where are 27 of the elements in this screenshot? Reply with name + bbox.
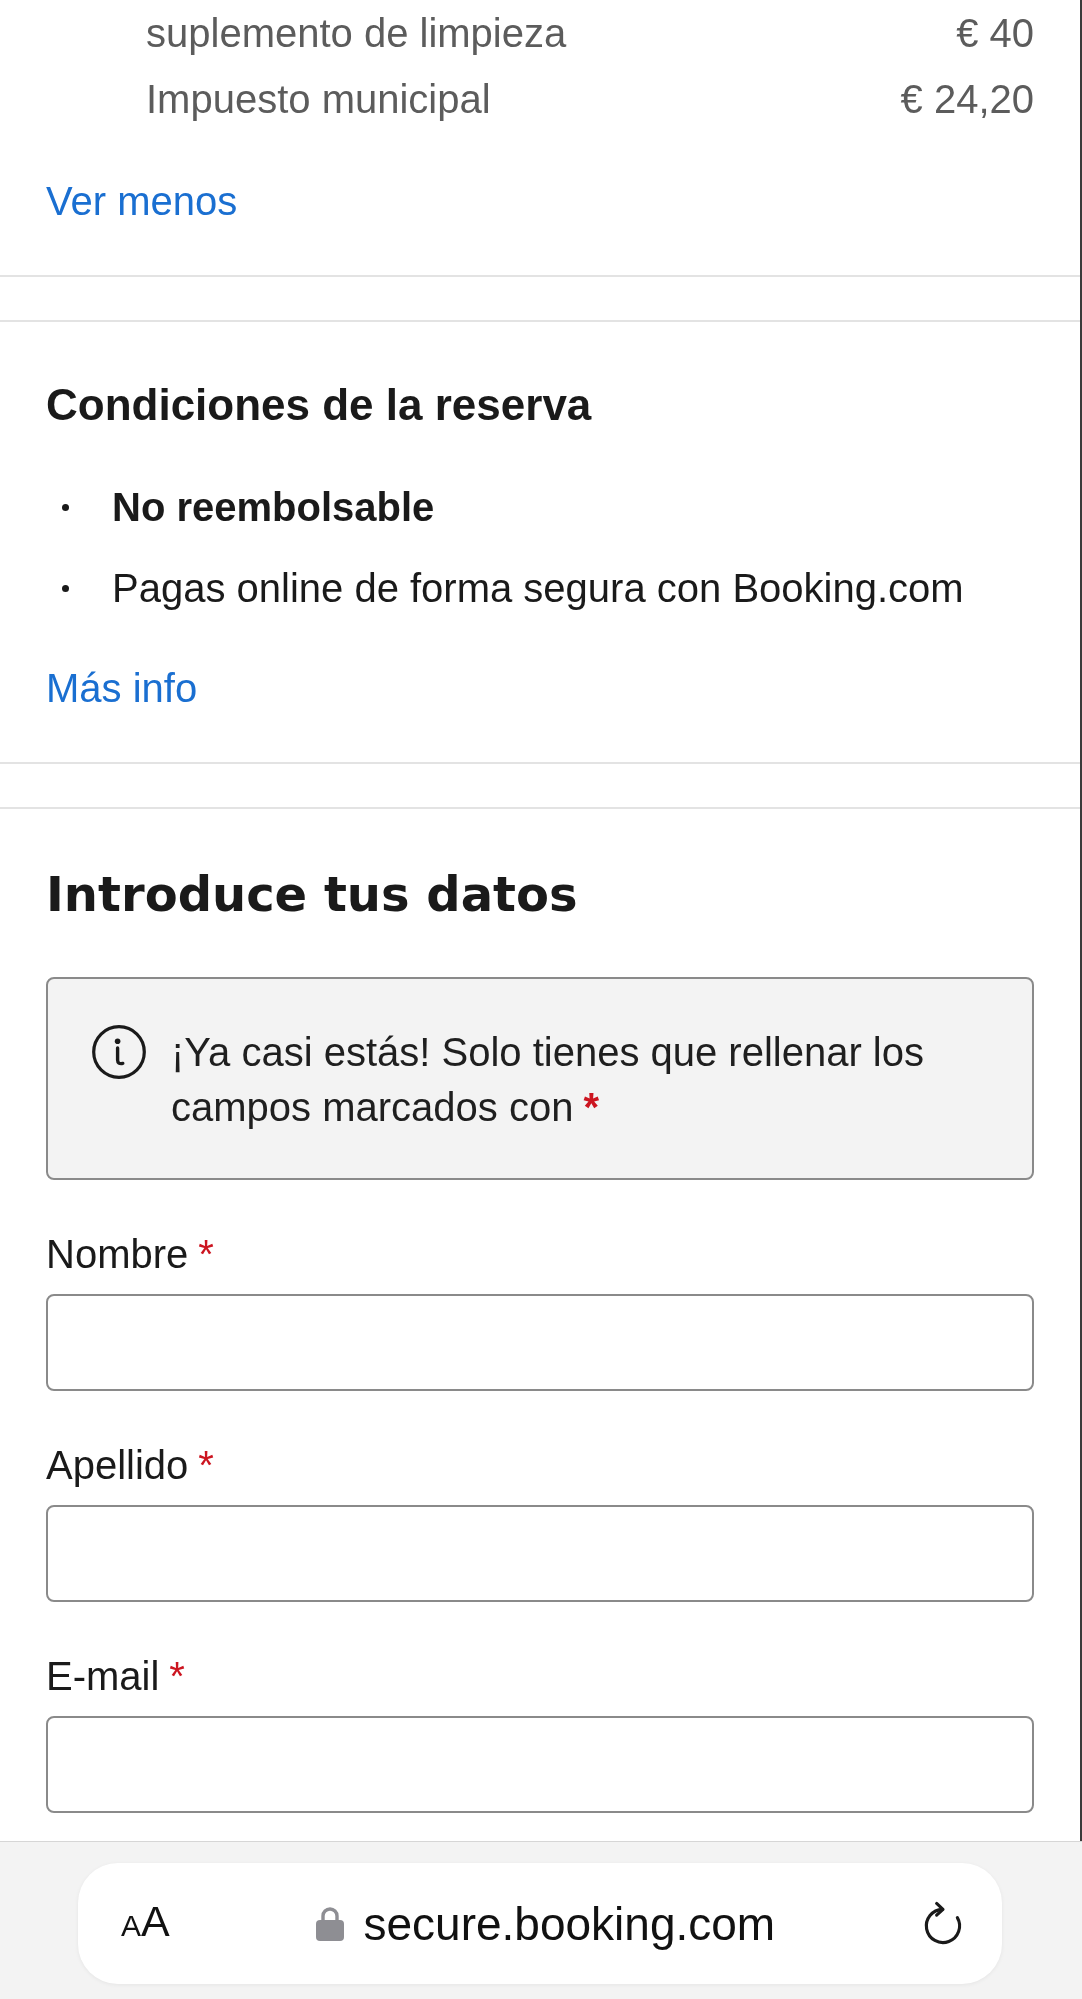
condition-text: No reembolsable xyxy=(112,484,435,531)
required-mark: * xyxy=(169,1654,185,1698)
more-info-link[interactable]: Más info xyxy=(46,664,198,712)
price-label: suplemento de limpieza xyxy=(146,10,567,57)
input-field[interactable] xyxy=(46,1716,1034,1813)
field-label: Nombre xyxy=(46,1232,189,1276)
lock-icon xyxy=(315,1906,344,1941)
required-mark: * xyxy=(198,1232,214,1276)
price-label: Impuesto municipal xyxy=(146,76,491,123)
input-field[interactable] xyxy=(46,1294,1034,1391)
required-mark: * xyxy=(198,1443,214,1487)
section-title: Condiciones de la reserva xyxy=(46,379,593,431)
input-field[interactable] xyxy=(46,1505,1034,1602)
text-size-button[interactable]: AA xyxy=(121,1895,170,1952)
info-icon xyxy=(92,1025,146,1079)
bullet-icon xyxy=(62,503,69,511)
field-label: E-mail xyxy=(46,1654,160,1698)
field-label: Apellido xyxy=(46,1443,189,1487)
address-bar[interactable]: AA secure.booking.com xyxy=(78,1863,1002,1984)
condition-text: Pagas online de forma segura con Booking.com xyxy=(112,565,964,612)
notice-text: ¡Ya casi estás! Solo tienes que rellenar los campos marcados con * xyxy=(171,1029,925,1131)
price-amount: € 40 xyxy=(956,10,1034,57)
form-title: Introduce tus datos xyxy=(46,866,579,922)
bullet-icon xyxy=(62,584,69,592)
price-amount: € 24,20 xyxy=(900,76,1034,123)
show-less-link[interactable]: Ver menos xyxy=(46,177,238,225)
url-text[interactable]: secure.booking.com xyxy=(363,1895,776,1952)
